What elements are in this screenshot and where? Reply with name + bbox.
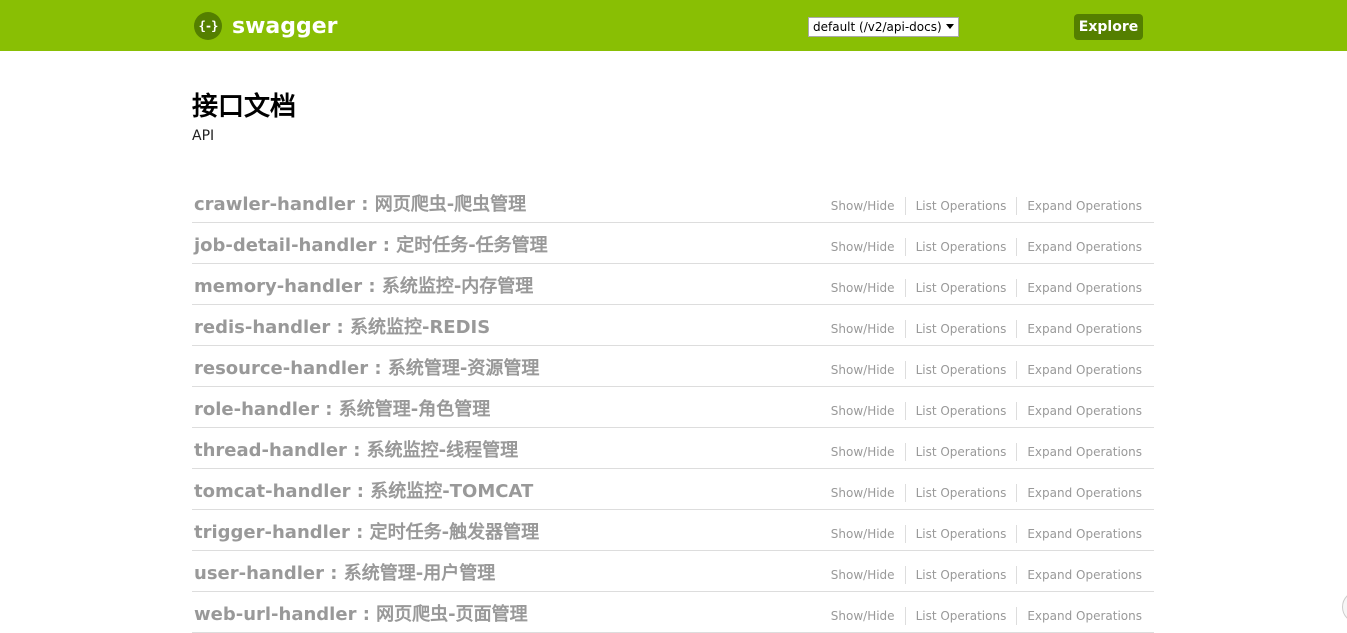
resource-row: redis-handler : 系统监控-REDIS Show/Hide List … [192,305,1154,346]
resource-operations: Show/Hide List Operations Expand Operation… [821,238,1142,256]
show-hide-link[interactable]: Show/Hide [821,320,906,338]
resource-name-link[interactable]: user-handler : 系统管理-用户管理 [194,559,495,585]
resource-row: crawler-handler : 网页爬虫-爬虫管理 Show/Hide List… [192,182,1154,223]
resource-list: crawler-handler : 网页爬虫-爬虫管理 Show/Hide List… [192,182,1154,633]
resource-operations: Show/Hide List Operations Expand Operation… [821,484,1142,502]
list-operations-link[interactable]: List Operations [906,443,1018,461]
api-spec-select[interactable]: default (/v2/api-docs) [808,17,959,37]
resource-operations: Show/Hide List Operations Expand Operation… [821,361,1142,379]
show-hide-link[interactable]: Show/Hide [821,279,906,297]
resource-name-link[interactable]: redis-handler : 系统监控-REDIS [194,313,490,339]
resource-row: tomcat-handler : 系统监控-TOMCAT Show/Hide Lis… [192,469,1154,510]
resource-operations: Show/Hide List Operations Expand Operation… [821,402,1142,420]
expand-operations-link[interactable]: Expand Operations [1017,238,1142,256]
resource-name-link[interactable]: job-detail-handler : 定时任务-任务管理 [194,231,548,257]
expand-operations-link[interactable]: Expand Operations [1017,402,1142,420]
expand-operations-link[interactable]: Expand Operations [1017,525,1142,543]
show-hide-link[interactable]: Show/Hide [821,525,906,543]
list-operations-link[interactable]: List Operations [906,566,1018,584]
resource-name-link[interactable]: resource-handler : 系统管理-资源管理 [194,354,539,380]
resource-row: resource-handler : 系统管理-资源管理 Show/Hide Lis… [192,346,1154,387]
expand-operations-link[interactable]: Expand Operations [1017,566,1142,584]
top-header: {-} swagger default (/v2/api-docs) Explo… [0,0,1347,51]
expand-operations-link[interactable]: Expand Operations [1017,320,1142,338]
show-hide-link[interactable]: Show/Hide [821,607,906,625]
resource-name-link[interactable]: trigger-handler : 定时任务-触发器管理 [194,518,539,544]
list-operations-link[interactable]: List Operations [906,402,1018,420]
swagger-logo-text: swagger [232,13,338,39]
resource-row: thread-handler : 系统监控-线程管理 Show/Hide List … [192,428,1154,469]
list-operations-link[interactable]: List Operations [906,484,1018,502]
resource-row: memory-handler : 系统监控-内存管理 Show/Hide List … [192,264,1154,305]
expand-operations-link[interactable]: Expand Operations [1017,443,1142,461]
resource-row: role-handler : 系统管理-角色管理 Show/Hide List Op… [192,387,1154,428]
list-operations-link[interactable]: List Operations [906,320,1018,338]
show-hide-link[interactable]: Show/Hide [821,197,906,215]
page-description: API [192,128,215,144]
resource-name-link[interactable]: role-handler : 系统管理-角色管理 [194,395,490,421]
show-hide-link[interactable]: Show/Hide [821,402,906,420]
expand-operations-link[interactable]: Expand Operations [1017,484,1142,502]
list-operations-link[interactable]: List Operations [906,197,1018,215]
resource-operations: Show/Hide List Operations Expand Operation… [821,525,1142,543]
resource-row: user-handler : 系统管理-用户管理 Show/Hide List Op… [192,551,1154,592]
list-operations-link[interactable]: List Operations [906,361,1018,379]
resource-name-link[interactable]: thread-handler : 系统监控-线程管理 [194,436,518,462]
show-hide-link[interactable]: Show/Hide [821,443,906,461]
page-title: 接口文档 [192,92,297,122]
list-operations-link[interactable]: List Operations [906,279,1018,297]
resource-name-link[interactable]: memory-handler : 系统监控-内存管理 [194,272,533,298]
expand-operations-link[interactable]: Expand Operations [1017,197,1142,215]
resource-name-link[interactable]: web-url-handler : 网页爬虫-页面管理 [194,600,528,626]
show-hide-link[interactable]: Show/Hide [821,238,906,256]
resource-operations: Show/Hide List Operations Expand Operation… [821,443,1142,461]
expand-operations-link[interactable]: Expand Operations [1017,361,1142,379]
expand-operations-link[interactable]: Expand Operations [1017,279,1142,297]
show-hide-link[interactable]: Show/Hide [821,361,906,379]
list-operations-link[interactable]: List Operations [906,607,1018,625]
resource-operations: Show/Hide List Operations Expand Operation… [821,320,1142,338]
scroll-to-top-button[interactable] [1342,591,1347,623]
resource-row: trigger-handler : 定时任务-触发器管理 Show/Hide Lis… [192,510,1154,551]
chevron-down-icon [946,24,954,29]
show-hide-link[interactable]: Show/Hide [821,566,906,584]
resource-row: web-url-handler : 网页爬虫-页面管理 Show/Hide List… [192,592,1154,633]
api-spec-select-value: default (/v2/api-docs) [813,20,942,34]
resource-operations: Show/Hide List Operations Expand Operation… [821,197,1142,215]
show-hide-link[interactable]: Show/Hide [821,484,906,502]
resource-operations: Show/Hide List Operations Expand Operation… [821,607,1142,625]
resource-operations: Show/Hide List Operations Expand Operation… [821,566,1142,584]
list-operations-link[interactable]: List Operations [906,525,1018,543]
resource-row: job-detail-handler : 定时任务-任务管理 Show/Hide L… [192,223,1154,264]
swagger-logo[interactable]: {-} swagger [194,12,338,40]
explore-button[interactable]: Explore [1074,14,1143,40]
resource-name-link[interactable]: crawler-handler : 网页爬虫-爬虫管理 [194,190,526,216]
resource-name-link[interactable]: tomcat-handler : 系统监控-TOMCAT [194,477,533,503]
expand-operations-link[interactable]: Expand Operations [1017,607,1142,625]
swagger-logo-icon: {-} [194,12,222,40]
resource-operations: Show/Hide List Operations Expand Operation… [821,279,1142,297]
list-operations-link[interactable]: List Operations [906,238,1018,256]
